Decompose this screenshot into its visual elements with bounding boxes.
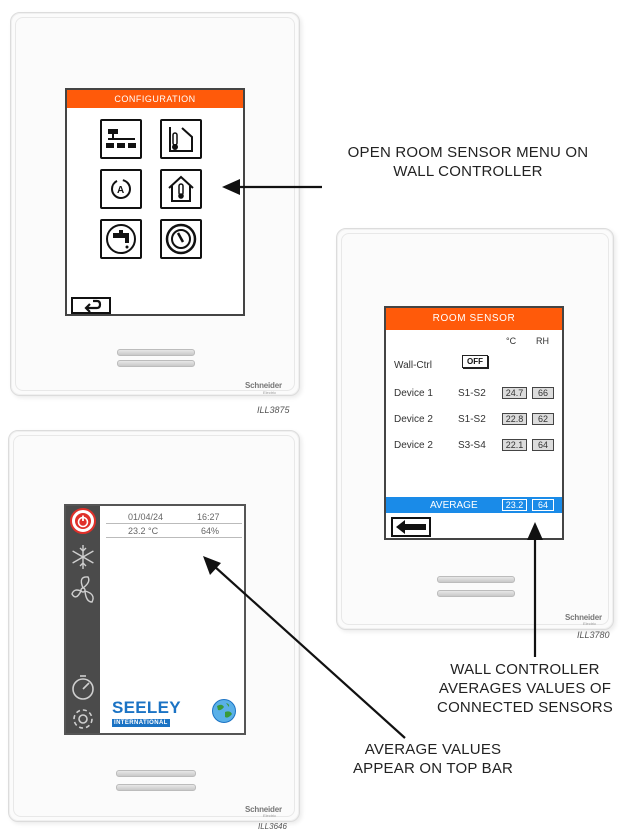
arrow-to-room-sensor-button [222,179,322,195]
arrow-to-average-bar [527,522,543,657]
arrow-to-top-bar [203,556,406,739]
annotation-arrows [203,179,543,739]
